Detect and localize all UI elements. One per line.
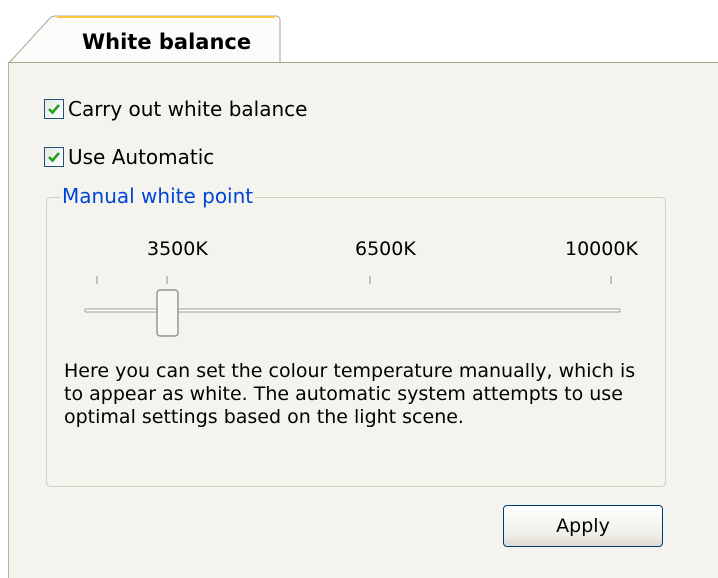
tab-white-balance[interactable]: White balance bbox=[82, 30, 251, 54]
use-automatic-label: Use Automatic bbox=[68, 145, 215, 169]
description-text: Here you can set the colour temperature … bbox=[64, 360, 636, 428]
carry-out-label: Carry out white balance bbox=[68, 97, 308, 121]
check-icon bbox=[48, 104, 60, 115]
tick-label-3500k: 3500K bbox=[147, 238, 208, 260]
apply-button[interactable]: Apply bbox=[503, 505, 663, 547]
check-icon bbox=[48, 152, 60, 163]
use-automatic-checkbox[interactable] bbox=[44, 147, 64, 167]
carry-out-checkbox[interactable] bbox=[44, 99, 64, 119]
manual-white-point-title: Manual white point bbox=[60, 184, 256, 208]
tick-label-10000k: 10000K bbox=[565, 238, 638, 260]
tab-strip: White balance bbox=[0, 0, 718, 64]
tick-label-6500k: 6500K bbox=[355, 238, 416, 260]
carry-out-row[interactable]: Carry out white balance bbox=[44, 97, 307, 121]
white-point-slider[interactable] bbox=[70, 268, 640, 344]
use-automatic-row[interactable]: Use Automatic bbox=[44, 145, 214, 169]
